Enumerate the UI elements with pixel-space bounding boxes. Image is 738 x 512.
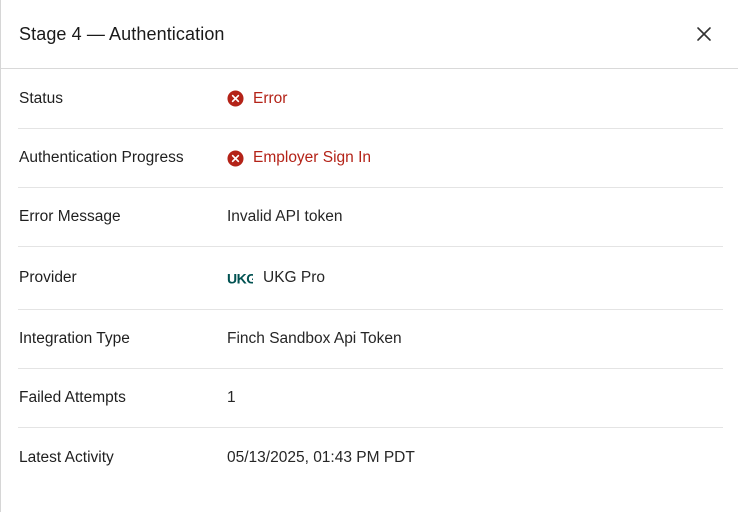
provider-label: Provider	[19, 269, 77, 286]
detail-row-auth-progress: Authentication Progress Employer Sign In	[18, 129, 723, 188]
failed-attempts-label: Failed Attempts	[19, 389, 126, 406]
detail-row-provider: Provider UKG UKG Pro	[18, 247, 723, 310]
detail-row-failed-attempts: Failed Attempts 1	[18, 369, 723, 428]
detail-row-latest-activity: Latest Activity 05/13/2025, 01:43 PM PDT	[18, 428, 723, 488]
integration-type-label: Integration Type	[19, 330, 130, 347]
detail-row-status: Status Error	[18, 69, 723, 129]
detail-row-integration-type: Integration Type Finch Sandbox Api Token	[18, 310, 723, 369]
auth-progress-text: Employer Sign In	[253, 149, 372, 166]
error-circle-icon	[227, 149, 244, 167]
stage-details-panel: Stage 4 — Authentication Status Error Au…	[0, 0, 738, 512]
status-value: Error	[227, 90, 287, 108]
close-button[interactable]	[692, 22, 716, 46]
error-circle-icon	[227, 90, 244, 107]
ukg-logo-icon: UKG	[227, 271, 253, 287]
close-icon	[697, 27, 711, 41]
svg-text:UKG: UKG	[227, 271, 253, 287]
error-message-label: Error Message	[19, 208, 121, 225]
panel-header: Stage 4 — Authentication	[1, 0, 738, 69]
latest-activity-label: Latest Activity	[19, 449, 114, 466]
provider-value: UKG UKG Pro	[227, 269, 325, 287]
panel-title: Stage 4 — Authentication	[19, 23, 225, 44]
detail-row-error-message: Error Message Invalid API token	[18, 188, 723, 247]
auth-progress-label: Authentication Progress	[19, 149, 184, 166]
details-list: Status Error Authentication Progress Emp…	[1, 69, 738, 488]
error-message-value: Invalid API token	[227, 208, 343, 225]
integration-type-value: Finch Sandbox Api Token	[227, 330, 402, 347]
failed-attempts-value: 1	[227, 389, 236, 406]
status-label: Status	[19, 89, 63, 107]
status-text: Error	[253, 89, 288, 107]
auth-progress-value: Employer Sign In	[227, 149, 371, 167]
latest-activity-value: 05/13/2025, 01:43 PM PDT	[227, 449, 415, 466]
provider-name: UKG Pro	[263, 269, 326, 286]
